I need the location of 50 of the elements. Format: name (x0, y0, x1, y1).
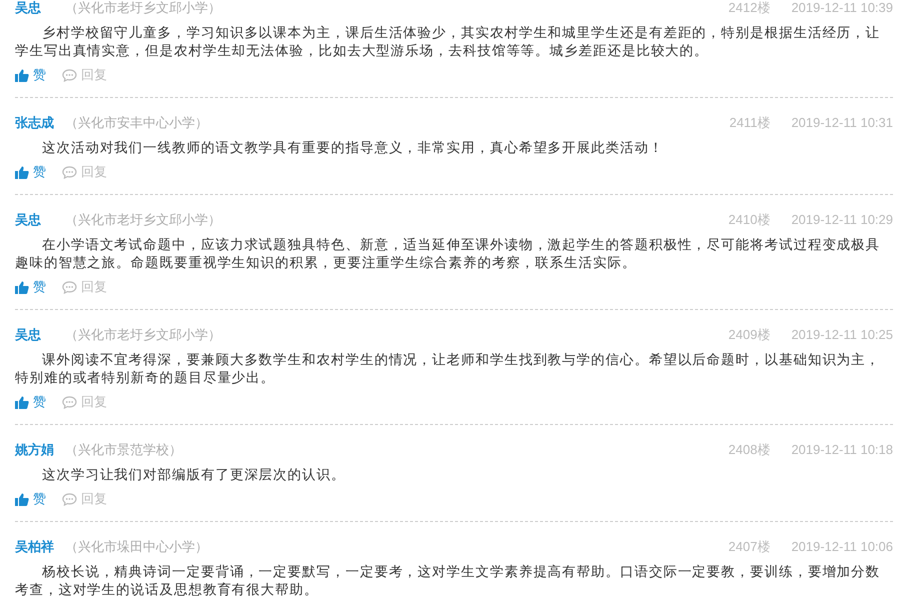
school-name: （兴化市景范学校） (65, 441, 182, 460)
comment-text: 杨校长说，精典诗词一定要背诵，一定要默写，一定要考，这对学生文学素养提高有帮助。口语交际一定要教，要训练，要增加分数考查，这对学生的说话及思想教育有很大帮助。 (15, 563, 882, 596)
floor-number: 2412楼 (728, 0, 770, 18)
author-name[interactable]: 吴柏祥 (15, 537, 65, 557)
comment-text: 乡村学校留守儿童多，学习知识多以课本为主，课后生活体验少，其实农村学生和城里学生还是有差距的，特别是根据生活经历，让学生写出真情实意，但是农村学生却无法体验，比如去大型游乐场，去科技馆等等。城乡差距还是比较大的。 (15, 24, 882, 60)
comment-icon (62, 396, 77, 408)
comment-time: 2019-12-11 10:39 (791, 0, 893, 18)
thumbs-up-icon (15, 68, 29, 82)
like-button[interactable]: 赞 (15, 162, 46, 182)
author-name[interactable]: 吴忠 (15, 0, 65, 18)
school-name: （兴化市老圩乡文邱小学） (65, 326, 221, 344)
school-name: （兴化市老圩乡文邱小学） (65, 211, 221, 230)
reply-button[interactable]: 回复 (62, 277, 107, 297)
thumbs-up-icon (15, 396, 29, 408)
reply-button[interactable]: 回复 (62, 392, 107, 412)
like-button[interactable]: 赞 (15, 489, 46, 509)
comment-time: 2019-12-11 10:31 (791, 114, 893, 132)
comment-time: 2019-12-11 10:18 (791, 441, 893, 460)
comment-time: 2019-12-11 10:25 (791, 326, 893, 344)
author-name[interactable]: 张志成 (15, 113, 65, 133)
comment-text: 这次学习让我们对部编版有了更深层次的认识。 (41, 466, 346, 484)
reply-button[interactable]: 回复 (62, 489, 107, 509)
author-name[interactable]: 姚方娟 (15, 440, 65, 460)
floor-number: 2409楼 (728, 326, 770, 344)
comment-text: 这次活动对我们一线教师的语文教学具有重要的指导意义，非常实用，真心希望多开展此类活动！ (41, 139, 664, 157)
comment-time: 2019-12-11 10:06 (791, 538, 893, 556)
author-name[interactable]: 吴忠 (15, 325, 65, 345)
school-name: （兴化市老圩乡文邱小学） (65, 0, 221, 18)
author-name[interactable]: 吴忠 (15, 210, 65, 230)
like-button[interactable]: 赞 (15, 65, 46, 85)
school-name: （兴化市垛田中心小学） (65, 538, 208, 556)
floor-number: 2410楼 (728, 211, 770, 230)
like-button[interactable]: 赞 (15, 277, 46, 297)
thumbs-up-icon (15, 280, 29, 294)
floor-number: 2408楼 (728, 441, 770, 460)
comment-icon (62, 166, 77, 178)
comment-text: 课外阅读不宜考得深，要兼顾大多数学生和农村学生的情况，让老师和学生找到教与学的信心。希望以后命题时，以基础知识为主，特别难的或者特别新奇的题目尽量少出。 (15, 351, 882, 387)
reply-button[interactable]: 回复 (62, 65, 107, 85)
comment-icon (62, 68, 77, 82)
thumbs-up-icon (15, 166, 29, 178)
school-name: （兴化市安丰中心小学） (65, 114, 208, 132)
thumbs-up-icon (15, 492, 29, 506)
comment-time: 2019-12-11 10:29 (791, 211, 893, 230)
floor-number: 2407楼 (728, 538, 770, 556)
like-button[interactable]: 赞 (15, 392, 46, 412)
comment-icon (62, 280, 77, 294)
comment-text: 在小学语文考试命题中，应该力求试题独具特色、新意，适当延伸至课外读物，激起学生的答题积极性，尽可能将考试过程变成极具趣味的智慧之旅。命题既要重视学生知识的积累，更要注重学生综合素养的考察，联系生活实际。 (15, 236, 882, 272)
floor-number: 2411楼 (729, 114, 770, 132)
reply-button[interactable]: 回复 (62, 162, 107, 182)
comment-icon (62, 492, 77, 506)
